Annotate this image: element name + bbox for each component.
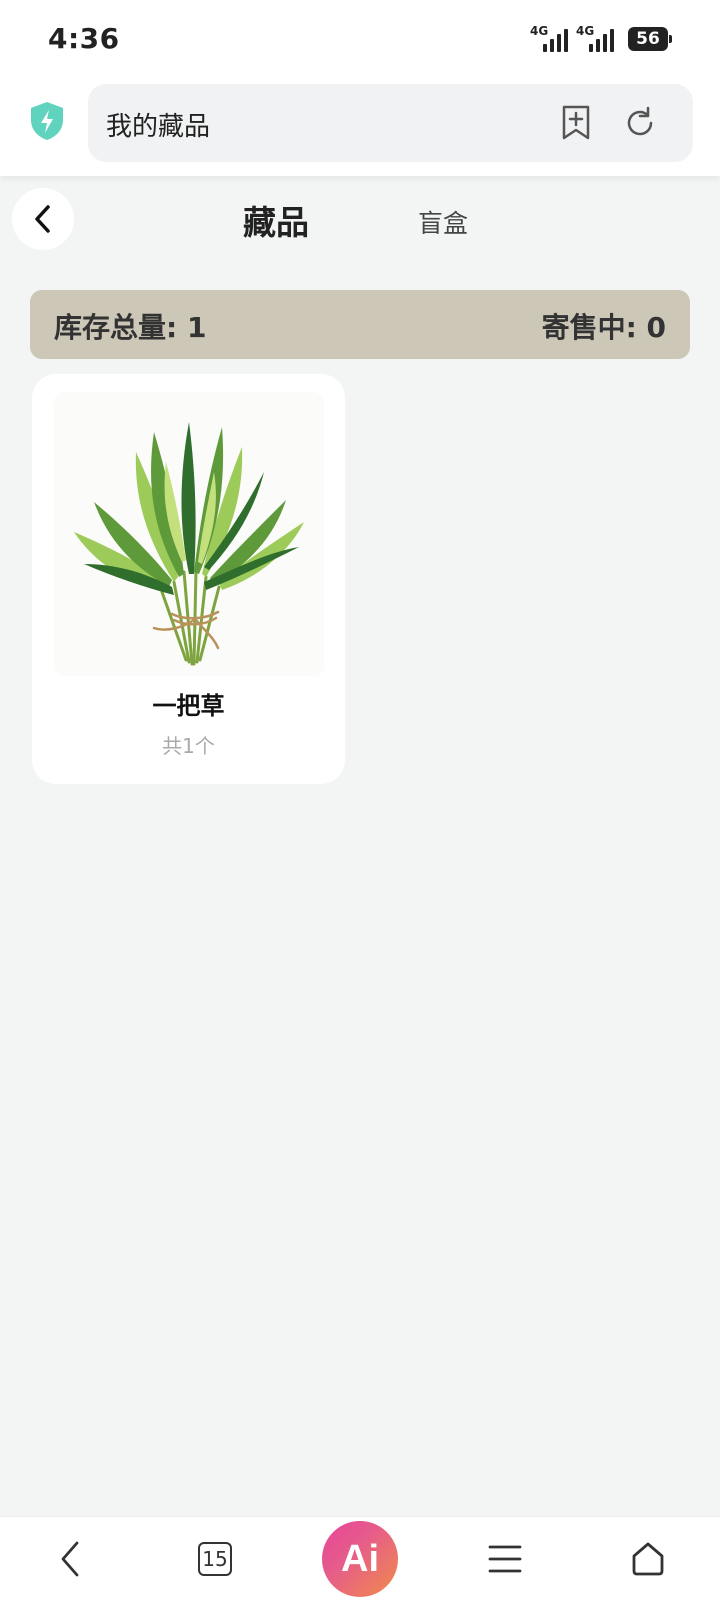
herb-bundle-image <box>54 392 324 676</box>
nav-menu-button[interactable] <box>465 1517 545 1600</box>
address-bar[interactable]: 我的藏品 <box>88 84 693 162</box>
nav-back-button[interactable] <box>30 1517 110 1600</box>
status-bar: 4:36 4G 4G 56 <box>0 0 720 80</box>
inventory-summary: 库存总量: 1 寄售中: 0 <box>30 290 690 359</box>
item-count: 共1个 <box>162 734 215 758</box>
chevron-left-icon <box>35 205 50 233</box>
tab-collection[interactable]: 藏品 <box>243 196 309 244</box>
signal-icon-2: 4G <box>576 24 614 54</box>
consigning-count: 寄售中: 0 <box>541 311 666 344</box>
status-time: 4:36 <box>48 22 120 55</box>
signal-icon: 4G <box>530 24 568 54</box>
shield-bolt-icon[interactable] <box>28 100 66 142</box>
back-icon <box>61 1541 79 1577</box>
add-bookmark-icon[interactable] <box>558 104 594 142</box>
ai-button[interactable]: Ai <box>322 1521 398 1597</box>
battery-icon: 56 <box>628 27 672 51</box>
item-name: 一把草 <box>152 692 225 720</box>
menu-icon <box>488 1545 522 1573</box>
reload-icon[interactable] <box>622 104 658 142</box>
nav-home-button[interactable] <box>608 1517 688 1600</box>
collection-item-card[interactable]: 一把草 共1个 <box>32 374 345 784</box>
stock-total: 库存总量: 1 <box>54 311 207 344</box>
browser-toolbar: 我的藏品 <box>0 80 720 176</box>
tab-blind-box[interactable]: 盲盒 <box>418 204 468 240</box>
nav-tabs-button[interactable]: 15 <box>175 1517 255 1600</box>
browser-bottom-nav: 15 Ai <box>0 1516 720 1600</box>
address-text[interactable]: 我的藏品 <box>106 106 210 143</box>
home-icon <box>632 1542 664 1576</box>
tabs-icon: 15 <box>198 1542 232 1576</box>
back-button[interactable] <box>12 188 74 250</box>
status-icons: 4G 4G 56 <box>530 24 672 54</box>
